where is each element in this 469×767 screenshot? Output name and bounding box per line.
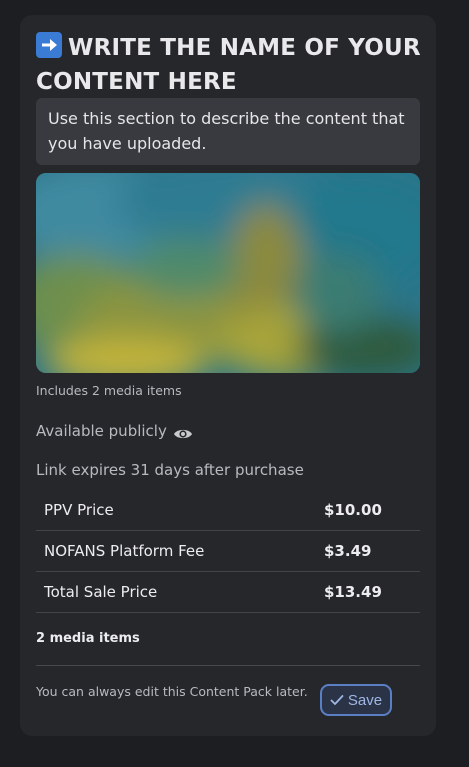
edit-later-note: You can always edit this Content Pack la…: [36, 684, 308, 699]
eye-icon: [173, 424, 193, 439]
blurred-preview-image: [36, 173, 420, 373]
price-label: Total Sale Price: [44, 583, 158, 601]
price-label: NOFANS Platform Fee: [44, 542, 205, 560]
media-preview[interactable]: [36, 173, 420, 373]
price-row-platform-fee: NOFANS Platform Fee $3.49: [36, 531, 420, 572]
content-title-text: WRITE THE NAME OF YOUR CONTENT HERE: [36, 35, 421, 95]
visibility-text: Available publicly: [36, 422, 167, 440]
content-title: WRITE THE NAME OF YOUR CONTENT HERE: [36, 31, 426, 99]
price-value: $3.49: [324, 542, 372, 560]
price-value: $10.00: [324, 501, 382, 519]
link-expiry-text: Link expires 31 days after purchase: [36, 461, 304, 479]
save-button[interactable]: Save: [320, 684, 392, 716]
divider: [36, 665, 420, 666]
content-pack-card: WRITE THE NAME OF YOUR CONTENT HERE Use …: [20, 15, 436, 736]
price-row-total: Total Sale Price $13.49: [36, 572, 420, 613]
checkmark-icon: [330, 695, 344, 705]
save-button-label: Save: [347, 691, 383, 709]
media-count-text: 2 media items: [36, 631, 140, 646]
content-description: Use this section to describe the content…: [36, 98, 420, 165]
visibility-status: Available publicly: [36, 419, 193, 443]
price-value: $13.49: [324, 583, 382, 601]
price-row-ppv: PPV Price $10.00: [36, 490, 420, 531]
pricing-table: PPV Price $10.00 NOFANS Platform Fee $3.…: [36, 490, 420, 613]
right-arrow-emoji-icon: [36, 32, 62, 58]
price-label: PPV Price: [44, 501, 114, 519]
includes-media-text: Includes 2 media items: [36, 383, 182, 398]
